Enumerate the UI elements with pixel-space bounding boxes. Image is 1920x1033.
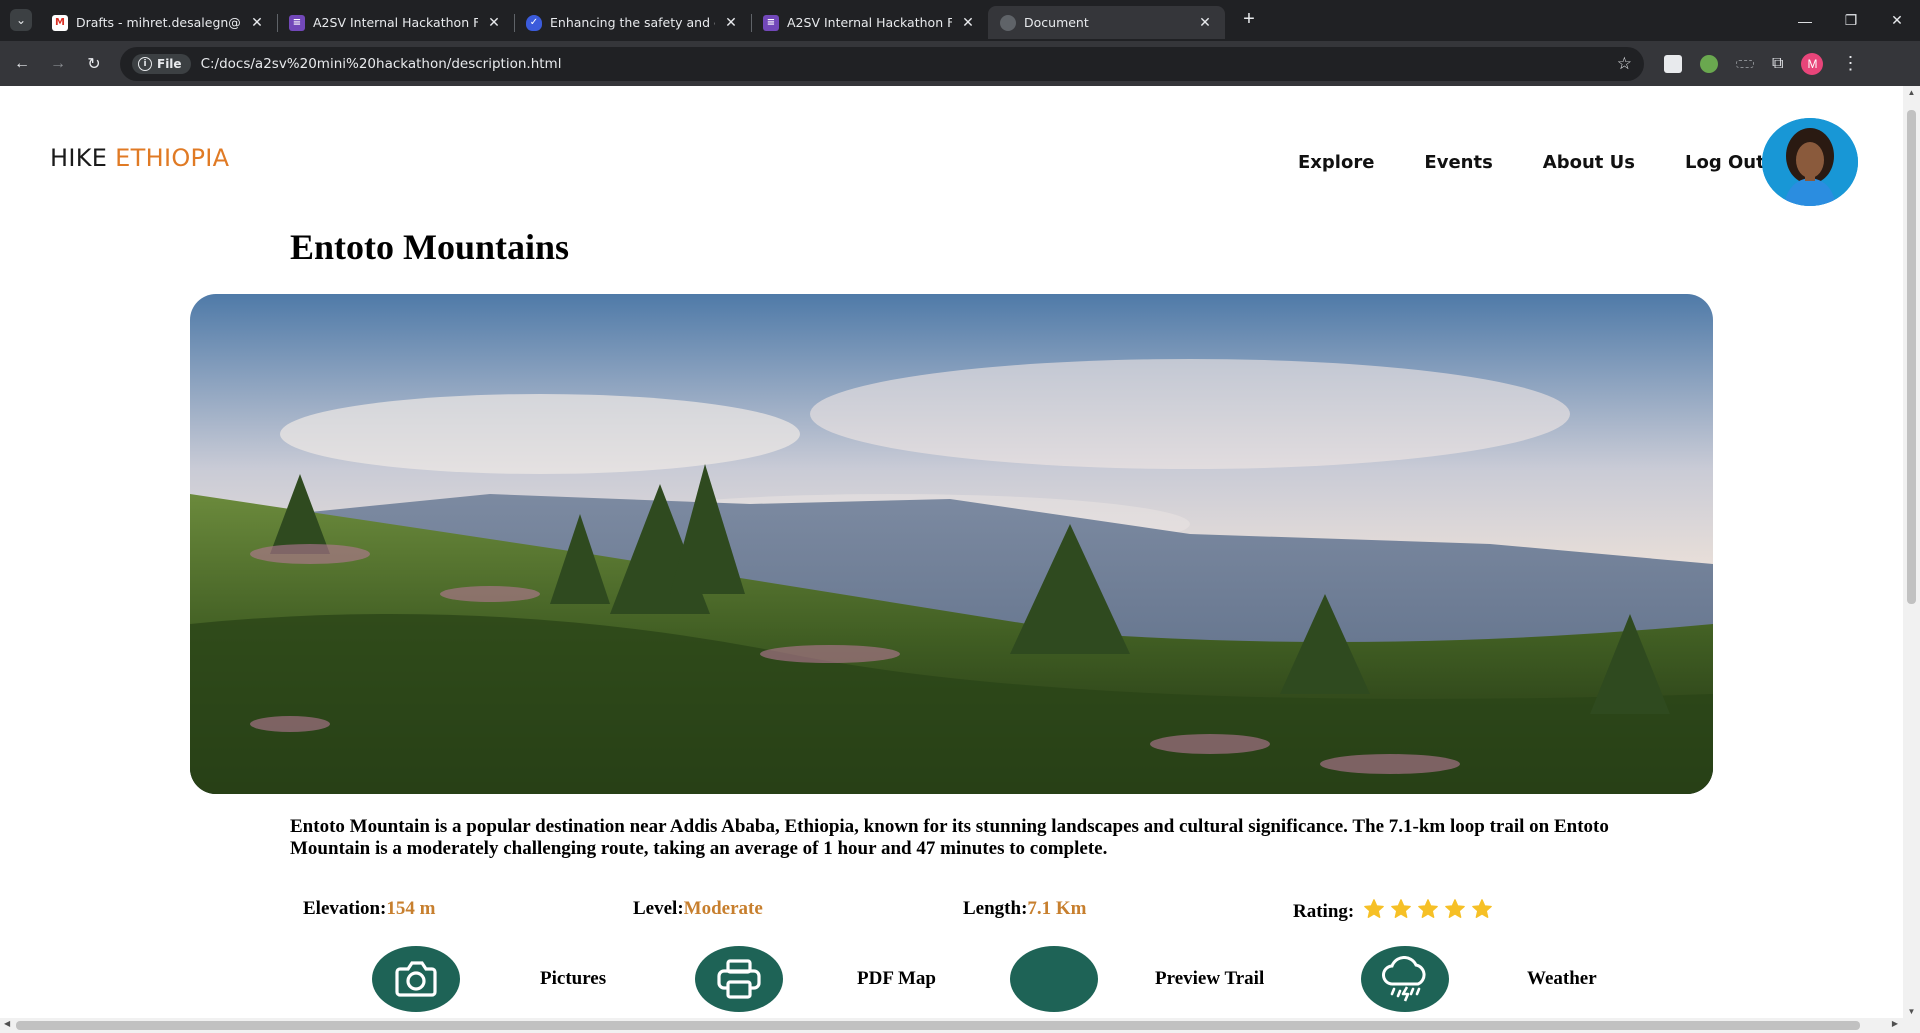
chevron-down-icon: ⌄ (15, 13, 27, 27)
logo-accent: ETHIOPIA (115, 144, 230, 172)
stat-value: 7.1 Km (1027, 898, 1087, 919)
site-info-chip[interactable]: i File (132, 53, 191, 74)
info-icon: i (138, 56, 152, 71)
trail-hero-image (190, 294, 1713, 794)
stat-length: Length:7.1 Km (963, 898, 1087, 920)
pdf-map-label[interactable]: PDF Map (857, 968, 936, 990)
scrollbar-thumb[interactable] (16, 1021, 1860, 1030)
browser-tab[interactable]: ✓ Enhancing the safety and enjoy ✕ (514, 6, 751, 39)
forms-icon: ≡ (763, 14, 779, 31)
preview-trail-label[interactable]: Preview Trail (1155, 968, 1264, 990)
close-window-icon[interactable]: ✕ (1874, 0, 1920, 41)
star-icon (1364, 899, 1384, 918)
tab-search-button[interactable]: ⌄ (10, 9, 32, 31)
scroll-left-icon[interactable]: ◀ (4, 1019, 10, 1028)
logo-main: HIKE (50, 144, 108, 172)
extension-icon[interactable] (1664, 54, 1682, 73)
tab-title: A2SV Internal Hackathon Final ( (787, 15, 952, 30)
puzzle-icon[interactable]: ⧉ (1772, 55, 1783, 73)
site-header: HIKE ETHIOPIA Explore Events About Us Lo… (0, 86, 1900, 206)
tab-title: Enhancing the safety and enjoy (550, 15, 715, 30)
mountain-landscape-image (190, 294, 1713, 794)
profile-avatar[interactable]: M (1801, 52, 1824, 75)
nav-explore[interactable]: Explore (1298, 152, 1374, 173)
browser-toolbar: ← → ↻ i File C:/docs/a2sv%20mini%20hacka… (0, 41, 1920, 86)
star-icon (1418, 899, 1438, 918)
more-vertical-icon[interactable]: ⋮ (1841, 53, 1859, 74)
nav-events[interactable]: Events (1424, 152, 1492, 173)
new-tab-button[interactable]: + (1237, 8, 1261, 41)
reload-icon[interactable]: ↻ (80, 50, 108, 78)
browser-tab[interactable]: ≡ A2SV Internal Hackathon Final ( ✕ (277, 6, 514, 39)
url-text[interactable]: C:/docs/a2sv%20mini%20hackathon/descript… (201, 56, 1617, 72)
vertical-scrollbar[interactable]: ▲ ▼ (1903, 86, 1920, 1018)
extensions-area: ⧉ M ⋮ (1664, 52, 1859, 75)
user-avatar[interactable] (1762, 118, 1858, 206)
forward-arrow-icon[interactable]: → (44, 50, 72, 78)
stat-rating: Rating: (1293, 898, 1493, 923)
horizontal-scrollbar[interactable]: ◀ ▶ (0, 1018, 1920, 1033)
stat-value: Moderate (683, 898, 763, 919)
stat-label: Elevation: (303, 898, 387, 919)
page-title: Entoto Mountains (290, 227, 570, 267)
star-icon (1391, 899, 1411, 918)
page-viewport: HIKE ETHIOPIA Explore Events About Us Lo… (0, 86, 1920, 1033)
stat-value: 154 m (386, 898, 436, 919)
shield-icon: ✓ (526, 14, 542, 31)
document-icon (1000, 14, 1016, 31)
pdf-map-button[interactable] (695, 946, 783, 1012)
site-nav: Explore Events About Us Log Out (1298, 152, 1765, 173)
address-bar[interactable]: i File C:/docs/a2sv%20mini%20hackathon/d… (120, 46, 1644, 81)
gmail-icon: M (52, 14, 68, 31)
browser-tab[interactable]: M Drafts - mihret.desalegn@a2sv ✕ (40, 6, 277, 39)
scroll-up-icon[interactable]: ▲ (1903, 88, 1920, 97)
trail-stats: Elevation:154 m Level:Moderate Length:7.… (303, 898, 1563, 928)
window-controls: — ❐ ✕ (1782, 0, 1920, 41)
stat-label: Length: (963, 898, 1028, 919)
site-info-label: File (157, 56, 182, 71)
close-icon[interactable]: ✕ (723, 15, 739, 31)
weather-button[interactable] (1361, 946, 1449, 1012)
restore-icon[interactable]: ❐ (1828, 0, 1874, 41)
scrollbar-thumb[interactable] (1907, 110, 1916, 604)
tab-title: Document (1024, 15, 1089, 30)
person-portrait-icon (1762, 118, 1858, 206)
minimize-icon[interactable]: — (1782, 0, 1828, 41)
forms-icon: ≡ (289, 14, 305, 31)
camera-icon (395, 961, 437, 997)
stat-level: Level:Moderate (633, 898, 763, 920)
rating-stars (1363, 898, 1493, 920)
bookmark-star-icon[interactable]: ☆ (1617, 54, 1632, 74)
close-icon[interactable]: ✕ (249, 15, 265, 31)
extension-icon[interactable] (1700, 54, 1718, 73)
storm-cloud-icon (1382, 956, 1426, 1002)
tab-title: A2SV Internal Hackathon Final ( (313, 15, 478, 30)
scroll-right-icon[interactable]: ▶ (1892, 1019, 1898, 1028)
tab-title: Drafts - mihret.desalegn@a2sv (76, 15, 241, 30)
printer-icon (717, 959, 761, 999)
nav-log-out[interactable]: Log Out (1685, 152, 1765, 173)
pictures-label[interactable]: Pictures (540, 968, 606, 990)
close-icon[interactable]: ✕ (486, 15, 502, 31)
star-icon (1445, 899, 1465, 918)
preview-trail-button[interactable] (1010, 946, 1098, 1012)
nav-about-us[interactable]: About Us (1543, 152, 1635, 173)
scroll-down-icon[interactable]: ▼ (1903, 1007, 1920, 1016)
weather-label[interactable]: Weather (1527, 968, 1597, 990)
extension-icon[interactable] (1736, 59, 1754, 68)
browser-tab[interactable]: ≡ A2SV Internal Hackathon Final ( ✕ (751, 6, 988, 39)
stat-label: Rating: (1293, 901, 1355, 922)
site-logo[interactable]: HIKE ETHIOPIA (50, 144, 229, 172)
trail-description: Entoto Mountain is a popular destination… (290, 816, 1609, 859)
close-icon[interactable]: ✕ (1197, 15, 1213, 31)
trail-actions: Pictures PDF Map Preview Trail Weather (0, 946, 1900, 1016)
back-arrow-icon[interactable]: ← (8, 50, 36, 78)
star-icon (1472, 899, 1492, 918)
pictures-button[interactable] (372, 946, 460, 1012)
stat-label: Level: (633, 898, 684, 919)
close-icon[interactable]: ✕ (960, 15, 976, 31)
browser-tab-strip: ⌄ M Drafts - mihret.desalegn@a2sv ✕ ≡ A2… (0, 0, 1920, 41)
browser-tab-active[interactable]: Document ✕ (988, 6, 1225, 39)
stat-elevation: Elevation:154 m (303, 898, 435, 920)
